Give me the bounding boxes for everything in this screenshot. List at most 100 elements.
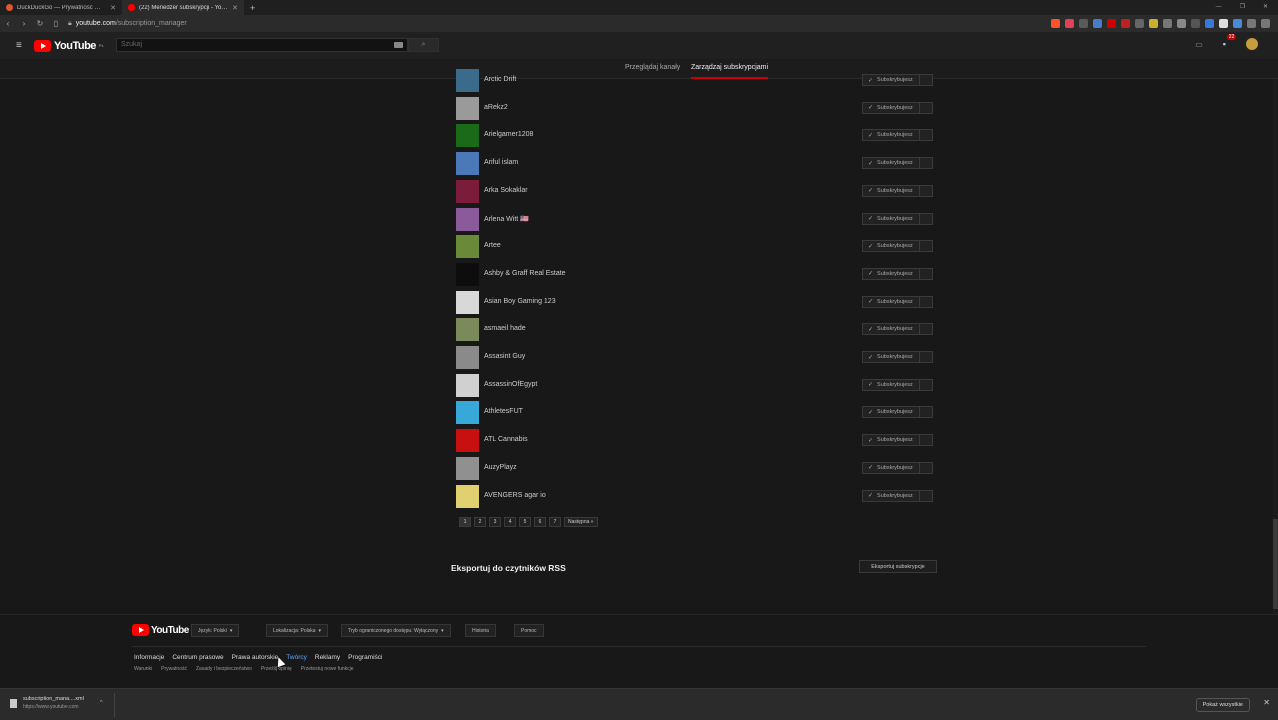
channel-name[interactable]: asmaeil hade — [484, 325, 526, 332]
channel-name[interactable]: AssassinOfEgypt — [484, 381, 537, 388]
page-button[interactable]: 7 — [549, 517, 561, 527]
subscribed-button[interactable]: ✓ Subskrybujesz — [862, 74, 933, 86]
extension-icon[interactable] — [1107, 19, 1116, 28]
footer-link[interactable]: Prawa autorskie — [232, 654, 279, 661]
extension-icon[interactable] — [1219, 19, 1228, 28]
footer-link[interactable]: Informacje — [134, 654, 164, 661]
page-button[interactable]: 4 — [504, 517, 516, 527]
extension-icon[interactable] — [1163, 19, 1172, 28]
close-window-icon[interactable]: ✕ — [1263, 0, 1268, 15]
channel-avatar[interactable] — [456, 484, 479, 508]
close-download-bar-icon[interactable]: ✕ — [1263, 698, 1270, 707]
subscribed-button[interactable]: ✓ Subskrybujesz — [862, 129, 933, 142]
export-subscriptions-button[interactable]: Eksportuj subskrypcje — [859, 560, 937, 573]
scrollbar-thumb[interactable] — [1273, 519, 1278, 609]
subscribed-button[interactable]: ✓ Subskrybujesz — [862, 351, 933, 363]
channel-name[interactable]: Arka Sokaklar — [484, 187, 528, 194]
subscribed-button[interactable]: ✓ Subskrybujesz — [862, 406, 933, 419]
new-tab-icon[interactable]: + — [244, 3, 261, 13]
channel-avatar[interactable] — [456, 262, 479, 286]
channel-avatar[interactable] — [456, 235, 479, 259]
channel-avatar[interactable] — [456, 179, 479, 203]
channel-name[interactable]: Arielgamer1208 — [484, 131, 533, 138]
channel-name[interactable]: Ashby & Graff Real Estate — [484, 270, 566, 277]
footer-secondary-link[interactable]: Prywatność — [161, 666, 187, 672]
forward-icon[interactable]: › — [16, 19, 32, 28]
channel-avatar[interactable] — [456, 207, 479, 231]
close-tab-icon[interactable]: ✕ — [110, 4, 116, 12]
extension-icon[interactable] — [1149, 19, 1158, 28]
address-bar[interactable]: 🔒︎ youtube.com/subscription_manager — [68, 20, 187, 28]
channel-name[interactable]: AuzyPlayz — [484, 464, 517, 471]
youtube-logo[interactable]: YouTube PL — [34, 39, 104, 52]
channel-name[interactable]: Artee — [484, 242, 501, 249]
extension-icon[interactable] — [1247, 19, 1256, 28]
avatar[interactable] — [1246, 38, 1258, 50]
footer-button[interactable]: Tryb ograniczonego dostępu: Wyłączony ▾ — [341, 624, 451, 637]
channel-avatar[interactable] — [456, 69, 479, 92]
channel-avatar[interactable] — [456, 401, 479, 425]
extension-icon[interactable] — [1177, 19, 1186, 28]
minimize-icon[interactable]: — — [1216, 0, 1222, 15]
subscribed-button[interactable]: ✓ Subskrybujesz — [862, 295, 933, 308]
extension-icon[interactable] — [1205, 19, 1214, 28]
footer-link[interactable]: Programiści — [348, 654, 382, 661]
page-button[interactable]: 1 — [459, 517, 471, 527]
footer-secondary-link[interactable]: Prześlij opinię — [261, 666, 292, 672]
subscribed-button[interactable]: ✓ Subskrybujesz — [862, 323, 933, 336]
channel-avatar[interactable] — [456, 318, 479, 342]
page-button[interactable]: 5 — [519, 517, 531, 527]
keyboard-icon[interactable] — [394, 42, 403, 48]
reload-icon[interactable]: ↻ — [32, 19, 48, 28]
maximize-icon[interactable]: ❐ — [1240, 0, 1245, 15]
subscribed-button[interactable]: ✓ Subskrybujesz — [862, 157, 933, 170]
footer-link[interactable]: Centrum prasowe — [172, 654, 223, 661]
close-tab-icon[interactable]: ✕ — [232, 4, 238, 12]
channel-name[interactable]: Ariful islam — [484, 159, 518, 166]
next-page-button[interactable]: Następna » — [564, 517, 598, 527]
channel-name[interactable]: aRekz2 — [484, 104, 508, 111]
chevron-up-icon[interactable]: ^ — [100, 700, 103, 706]
extension-icon[interactable] — [1093, 19, 1102, 28]
extension-icon[interactable] — [1079, 19, 1088, 28]
footer-secondary-link[interactable]: Przetestuj nowe funkcje — [301, 666, 354, 672]
subscribed-button[interactable]: ✓ Subskrybujesz — [862, 101, 933, 114]
extension-icon[interactable] — [1233, 19, 1242, 28]
browser-tab-youtube[interactable]: (22) Menedżer subskrypcji - YouTube ✕ — [122, 0, 244, 15]
back-icon[interactable]: ‹ — [0, 19, 16, 28]
channel-name[interactable]: Arctic Drift — [484, 76, 516, 83]
page-scrollbar[interactable] — [1273, 79, 1278, 614]
subscribed-button[interactable]: ✓ Subskrybujesz — [862, 267, 933, 280]
channel-avatar[interactable] — [456, 96, 479, 120]
extension-icon[interactable] — [1191, 19, 1200, 28]
channel-name[interactable]: Assasint Guy — [484, 353, 525, 360]
channel-avatar[interactable] — [456, 456, 479, 480]
brave-rewards-icon[interactable] — [1065, 19, 1074, 28]
channel-name[interactable]: ATL Cannabis — [484, 436, 528, 443]
subscribed-button[interactable]: ✓ Subskrybujesz — [862, 184, 933, 197]
hamburger-menu-icon[interactable]: ≡ — [16, 40, 28, 51]
subscribed-button[interactable]: ✓ Subskrybujesz — [862, 240, 933, 253]
menu-icon[interactable] — [1261, 19, 1270, 28]
channel-avatar[interactable] — [456, 124, 479, 148]
page-button[interactable]: 2 — [474, 517, 486, 527]
search-button[interactable]: ⌕ — [408, 38, 439, 52]
bookmark-icon[interactable]: ▯ — [48, 19, 64, 28]
channel-name[interactable]: AthletesFUT — [484, 408, 523, 415]
subscribed-button[interactable]: ✓ Subskrybujesz — [862, 461, 933, 474]
footer-secondary-link[interactable]: Warunki — [134, 666, 152, 672]
subscribed-button[interactable]: ✓ Subskrybujesz — [862, 489, 933, 502]
search-input[interactable]: Szukaj — [116, 38, 408, 52]
browser-tab-duckduckgo[interactable]: DuckDuckGo — Prywatność — je... ✕ — [0, 0, 122, 15]
footer-link[interactable]: Twórcy — [286, 654, 307, 661]
extension-icon[interactable] — [1121, 19, 1130, 28]
footer-link[interactable]: Reklamy — [315, 654, 340, 661]
footer-button[interactable]: Język: Polski ▾ — [191, 624, 240, 637]
upload-video-icon[interactable]: ▭ — [1195, 40, 1203, 49]
channel-avatar[interactable] — [456, 429, 479, 453]
footer-button[interactable]: Historia — [465, 624, 496, 637]
subscribed-button[interactable]: ✓ Subskrybujesz — [862, 212, 933, 225]
footer-button[interactable]: Lokalizacja: Polska ▾ — [266, 624, 329, 637]
footer-youtube-logo[interactable]: YouTube — [132, 624, 189, 636]
channel-name[interactable]: AVENGERS agar io — [484, 492, 546, 499]
